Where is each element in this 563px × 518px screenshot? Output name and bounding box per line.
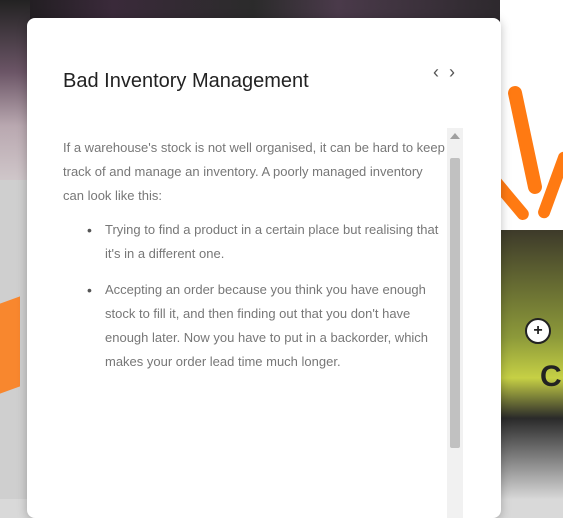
partial-heading: C — [540, 360, 562, 393]
chevron-right-icon[interactable]: › — [449, 62, 455, 83]
bullet-list: Trying to find a product in a certain pl… — [63, 218, 446, 374]
info-card: Bad Inventory Management ‹ › If a wareho… — [27, 18, 501, 518]
content-scrollbar[interactable] — [447, 128, 463, 518]
scrollbar-thumb[interactable] — [450, 158, 460, 448]
intro-paragraph: If a warehouse's stock is not well organ… — [63, 140, 445, 203]
card-content: If a warehouse's stock is not well organ… — [63, 136, 446, 518]
expand-plus-button[interactable]: + — [525, 318, 551, 344]
card-navigation: ‹ › — [433, 62, 455, 83]
list-item: Trying to find a product in a certain pl… — [87, 218, 446, 266]
list-item: Accepting an order because you think you… — [87, 278, 446, 374]
background-photo-left — [0, 0, 30, 180]
scroll-up-arrow-icon[interactable] — [450, 133, 460, 139]
card-title: Bad Inventory Management — [63, 70, 309, 92]
chevron-left-icon[interactable]: ‹ — [433, 62, 439, 83]
orange-decoration-left — [0, 296, 20, 394]
